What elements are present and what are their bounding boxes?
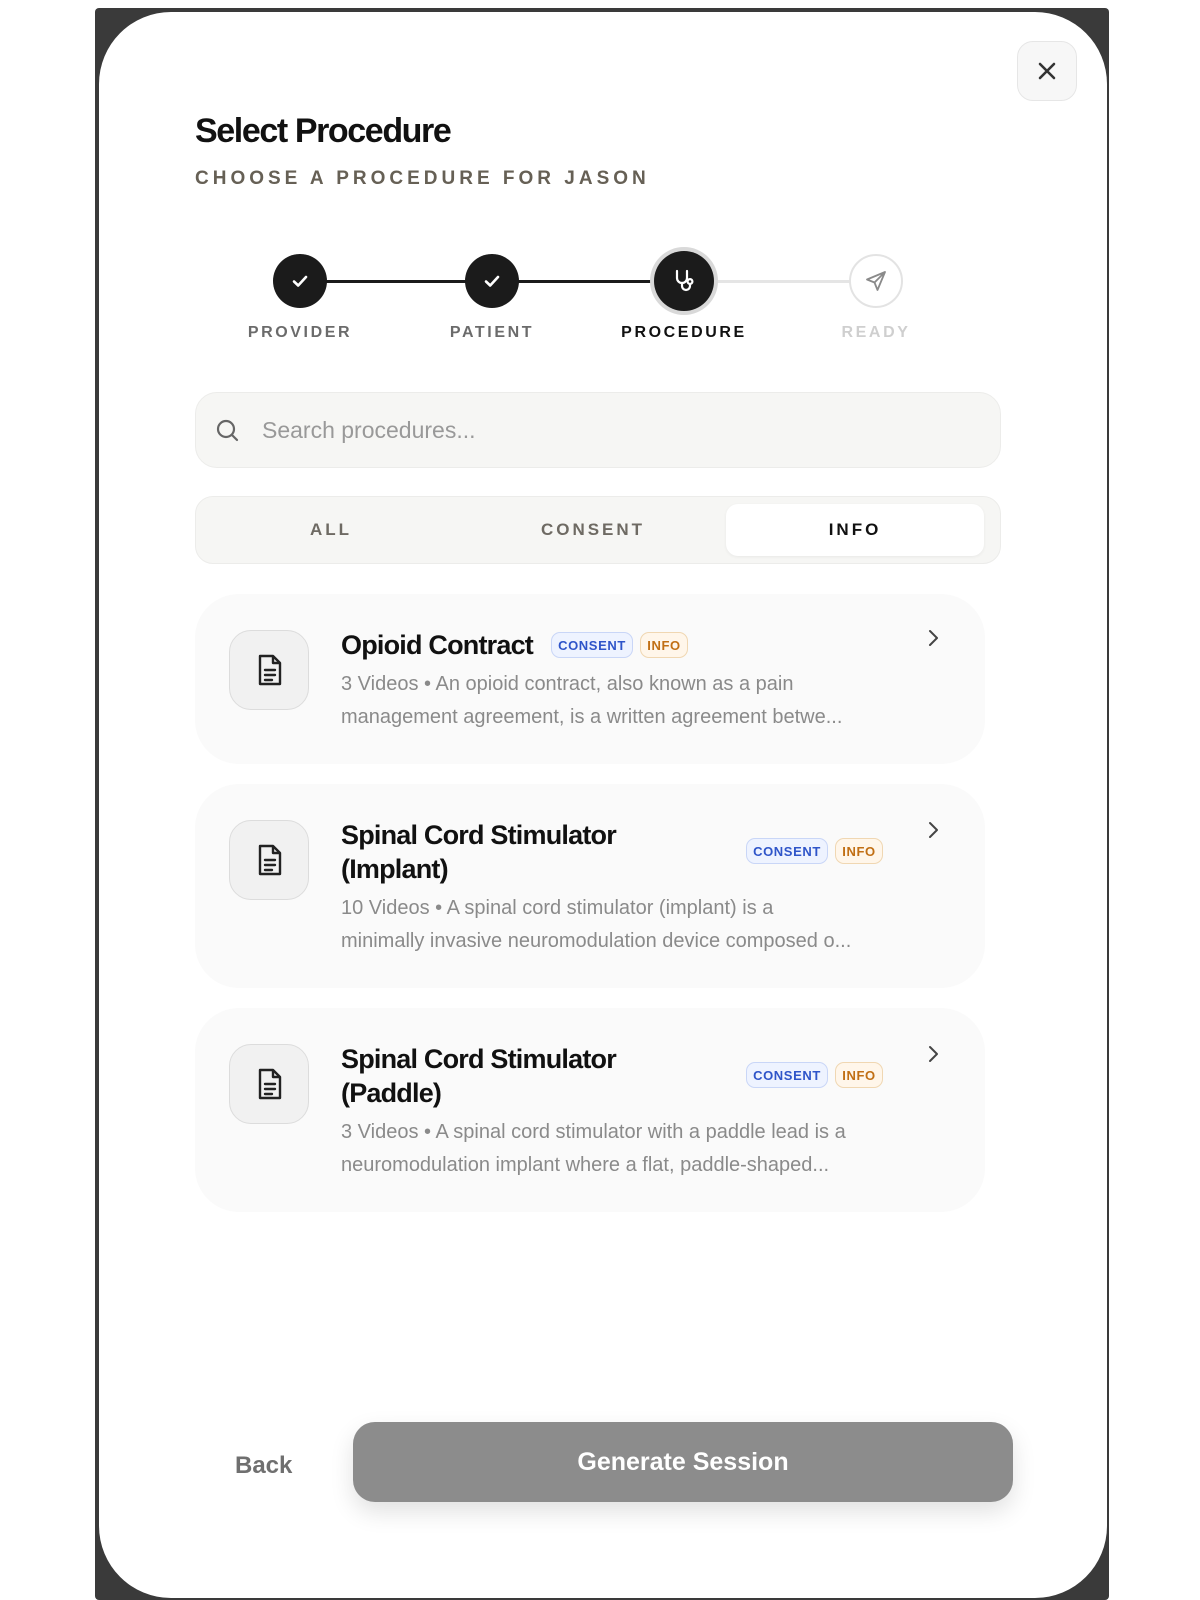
procedure-title-line: (Paddle) <box>341 1078 442 1108</box>
close-button[interactable] <box>1017 41 1077 101</box>
procedure-description-line: minimally invasive neuromodulation devic… <box>341 930 852 952</box>
stethoscope-icon <box>675 269 694 292</box>
generate-session-button[interactable]: Generate Session <box>353 1422 1013 1502</box>
tab-consent[interactable]: CONSENT <box>464 504 722 556</box>
chevron-right-icon <box>929 1046 938 1062</box>
procedure-title-line: (Implant) <box>341 854 449 884</box>
info-badge: INFO <box>835 1062 883 1088</box>
send-icon <box>866 271 886 291</box>
consent-badge: CONSENT <box>746 838 828 864</box>
consent-badge: CONSENT <box>551 632 633 658</box>
page-subtitle: CHOOSE A PROCEDURE FOR JASON <box>195 168 650 189</box>
chevron-right-icon <box>929 822 938 838</box>
procedure-description-line: 3 Videos • A spinal cord stimulator with… <box>341 1121 846 1143</box>
procedure-description: 10 Videos • A spinal cord stimulator (im… <box>341 892 901 958</box>
step-patient-label: PATIENT <box>449 324 535 341</box>
document-icon <box>258 844 282 876</box>
search-box[interactable] <box>195 392 1001 468</box>
document-icon <box>258 654 282 686</box>
step-procedure-circle <box>654 251 714 311</box>
procedure-title-line: Spinal Cord Stimulator <box>341 1044 617 1074</box>
search-input[interactable] <box>262 393 982 467</box>
step-procedure-label: PROCEDURE <box>621 324 747 341</box>
filter-tabs: ALL CONSENT INFO <box>195 496 1001 564</box>
document-icon <box>258 1068 282 1100</box>
card-icon-container <box>229 1044 309 1124</box>
procedure-card-scs-implant[interactable]: Spinal Cord Stimulator (Implant) CONSENT… <box>195 784 985 988</box>
procedure-title-line: Spinal Cord Stimulator <box>341 820 617 850</box>
progress-stepper: PROVIDER PATIENT PROCEDURE READY <box>99 242 1107 362</box>
step-ready-label: READY <box>841 324 911 341</box>
consent-badge: CONSENT <box>746 1062 828 1088</box>
search-icon <box>216 419 239 442</box>
check-icon <box>292 275 308 287</box>
step-ready-circle <box>849 254 903 308</box>
close-icon <box>1038 62 1056 80</box>
procedure-title: Spinal Cord Stimulator (Implant) <box>341 818 617 886</box>
tab-all[interactable]: ALL <box>202 504 460 556</box>
procedure-description-line: management agreement, is a written agree… <box>341 706 843 728</box>
procedure-title: Opioid Contract <box>341 630 534 660</box>
tab-info[interactable]: INFO <box>726 504 984 556</box>
select-procedure-modal: Select Procedure CHOOSE A PROCEDURE FOR … <box>99 12 1107 1598</box>
check-icon <box>484 275 500 287</box>
procedure-description-line: 10 Videos • A spinal cord stimulator (im… <box>341 897 774 919</box>
info-badge: INFO <box>835 838 883 864</box>
back-button[interactable]: Back <box>235 1452 292 1480</box>
procedure-description-line: neuromodulation implant where a flat, pa… <box>341 1154 830 1176</box>
procedure-description: 3 Videos • An opioid contract, also know… <box>341 668 901 734</box>
procedure-title: Spinal Cord Stimulator (Paddle) <box>341 1042 617 1110</box>
card-icon-container <box>229 820 309 900</box>
page-title: Select Procedure <box>195 112 452 150</box>
step-patient-circle <box>465 254 519 308</box>
card-icon-container <box>229 630 309 710</box>
procedure-card-opioid-contract[interactable]: Opioid Contract CONSENT INFO 3 Videos • … <box>195 594 985 764</box>
step-provider-label: PROVIDER <box>247 324 353 341</box>
step-provider-circle <box>273 254 327 308</box>
procedure-card-scs-paddle[interactable]: Spinal Cord Stimulator (Paddle) CONSENT … <box>195 1008 985 1212</box>
chevron-right-icon <box>929 630 938 646</box>
procedure-description: 3 Videos • A spinal cord stimulator with… <box>341 1116 901 1182</box>
procedure-description-line: 3 Videos • An opioid contract, also know… <box>341 673 794 695</box>
info-badge: INFO <box>640 632 688 658</box>
